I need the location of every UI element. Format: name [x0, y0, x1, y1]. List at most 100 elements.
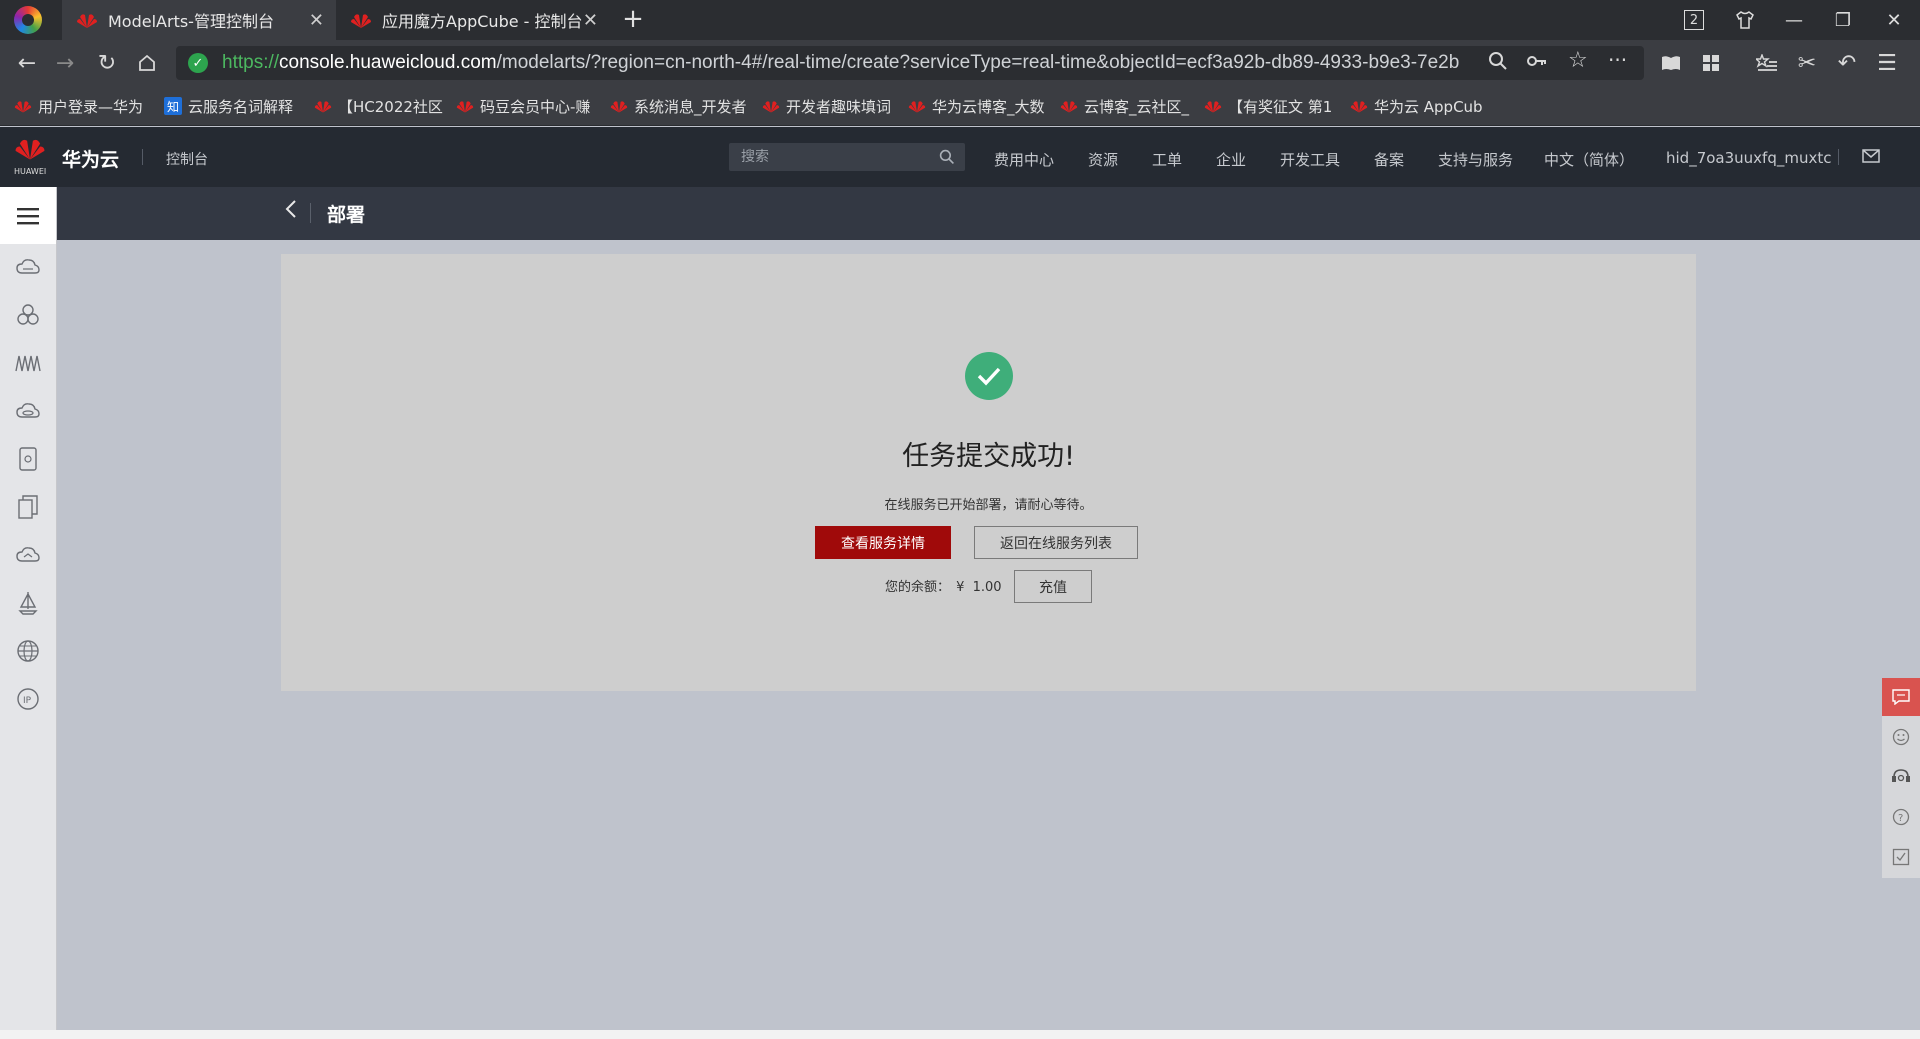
- page-subheader: 部署: [57, 187, 1920, 240]
- forward-icon[interactable]: →: [50, 48, 80, 78]
- tab-label: ModelArts-管理控制台: [108, 12, 274, 31]
- sidebar-item-documents[interactable]: [14, 493, 42, 521]
- nav-enterprise[interactable]: 企业: [1216, 149, 1246, 170]
- cloud-sync-icon: [16, 547, 40, 562]
- float-survey-button[interactable]: [1882, 838, 1920, 876]
- key-icon[interactable]: [1526, 51, 1548, 75]
- nav-support[interactable]: 支持与服务: [1438, 149, 1513, 170]
- sidebar-item-cloud-compute[interactable]: [14, 253, 42, 281]
- zoom-icon[interactable]: [1488, 51, 1508, 76]
- new-tab-button[interactable]: +: [618, 4, 648, 34]
- sidebar-menu-toggle[interactable]: [0, 187, 56, 244]
- huawei-logo-icon: [1060, 101, 1078, 113]
- apps-grid-icon[interactable]: [1696, 48, 1726, 78]
- search-input[interactable]: [729, 143, 929, 171]
- globe-icon: [17, 640, 39, 662]
- huawei-logo-icon: [908, 101, 926, 113]
- huawei-logo-icon: [610, 101, 628, 113]
- checklist-icon: [1892, 848, 1910, 866]
- tab-modelarts[interactable]: ModelArts-管理控制台 ✕: [62, 0, 336, 40]
- header-divider: [1838, 149, 1839, 165]
- sidebar-item-analytics[interactable]: [14, 349, 42, 377]
- sail-icon: [18, 592, 38, 615]
- skin-icon[interactable]: [1731, 6, 1759, 34]
- sidebar-item-cloud-network[interactable]: [14, 541, 42, 569]
- back-chevron-icon[interactable]: [285, 199, 297, 225]
- right-float-toolbar: ?: [1882, 678, 1920, 878]
- sidebar-item-deploy[interactable]: [14, 589, 42, 617]
- huawei-logo-icon: [762, 101, 780, 113]
- result-card: 任务提交成功! 在线服务已开始部署，请耐心等待。 查看服务详情 返回在线服务列表…: [281, 254, 1696, 691]
- screenshot-scissors-icon[interactable]: ✂: [1792, 48, 1822, 78]
- bookmark-item[interactable]: 【有奖征文 第1: [1204, 95, 1332, 117]
- console-link[interactable]: 控制台: [166, 149, 208, 169]
- bookmark-item[interactable]: 华为云博客_大数: [908, 95, 1045, 117]
- float-service-button[interactable]: [1882, 758, 1920, 796]
- tab-label: 应用魔方AppCube - 控制台: [382, 12, 583, 31]
- bookmark-item[interactable]: 开发者趣味填词: [762, 95, 891, 117]
- huawei-logo-icon: [77, 14, 97, 28]
- float-feedback-button[interactable]: [1882, 718, 1920, 756]
- sidebar-item-cloud-storage[interactable]: [14, 397, 42, 425]
- nav-billing-center[interactable]: 费用中心: [994, 149, 1054, 170]
- documents-icon: [18, 495, 38, 519]
- menu-icon[interactable]: ☰: [1872, 48, 1902, 78]
- result-message: 在线服务已开始部署，请耐心等待。: [884, 498, 1093, 513]
- close-window-icon[interactable]: ✕: [1880, 6, 1908, 34]
- nav-user-account[interactable]: hid_7oa3uuxfq_muxtc: [1666, 149, 1831, 167]
- huawei-logo-icon: [1204, 101, 1222, 113]
- bookmark-item[interactable]: 【HC2022社区: [314, 95, 443, 117]
- header-divider: [142, 149, 143, 165]
- tab-appcube[interactable]: 应用魔方AppCube - 控制台 ✕: [336, 0, 610, 40]
- nav-dev-tools[interactable]: 开发工具: [1280, 149, 1340, 170]
- search-icon[interactable]: [939, 149, 955, 165]
- favorites-list-icon[interactable]: [1752, 48, 1782, 78]
- nav-language[interactable]: 中文（简体）: [1544, 149, 1634, 170]
- balance-currency: ¥: [956, 580, 965, 595]
- tab-count-icon[interactable]: 2: [1680, 6, 1708, 34]
- tab-close-icon[interactable]: ✕: [583, 10, 598, 31]
- bottom-status-strip: [0, 1030, 1920, 1039]
- tab-close-icon[interactable]: ✕: [309, 10, 324, 31]
- back-icon[interactable]: ←: [12, 48, 42, 78]
- bookmark-item[interactable]: 华为云 AppCub: [1350, 95, 1483, 117]
- view-service-details-button[interactable]: 查看服务详情: [815, 526, 951, 559]
- bookmark-star-icon[interactable]: ☆: [1568, 48, 1588, 73]
- bookmarks-bar: 用户登录—华为 知 云服务名词解释 【HC2022社区 码豆会员中心-赚 系统消…: [0, 86, 1920, 126]
- bookmark-item[interactable]: 用户登录—华为: [14, 95, 143, 117]
- sidebar-item-global[interactable]: [14, 637, 42, 665]
- bookmark-item[interactable]: 云博客_云社区_: [1060, 95, 1189, 117]
- bookmark-item[interactable]: 知 云服务名词解释: [164, 95, 293, 117]
- bookmark-item[interactable]: 码豆会员中心-赚: [456, 95, 590, 117]
- sidebar-item-ip[interactable]: IP: [14, 685, 42, 713]
- minimize-icon[interactable]: —: [1780, 6, 1808, 34]
- console-header: HUAWEI 华为云 控制台 费用中心 资源 工单 企业 开发工具 备案 支持与…: [0, 127, 1920, 187]
- restore-icon[interactable]: ❐: [1829, 6, 1857, 34]
- bookmark-item[interactable]: 系统消息_开发者: [610, 95, 747, 117]
- reload-icon[interactable]: ↻: [92, 48, 122, 78]
- browser-logo-icon[interactable]: [14, 6, 42, 34]
- address-bar[interactable]: ✓ https://console.huaweicloud.com/modela…: [176, 46, 1644, 80]
- nav-resources[interactable]: 资源: [1088, 149, 1118, 170]
- success-check-icon: [965, 352, 1013, 400]
- browser-tab-strip: ModelArts-管理控制台 ✕ 应用魔方AppCube - 控制台 ✕ + …: [0, 0, 1920, 40]
- svg-text:?: ?: [1898, 813, 1903, 824]
- more-icon[interactable]: ···: [1608, 48, 1627, 72]
- url-text[interactable]: https://console.huaweicloud.com/modelart…: [222, 52, 1480, 74]
- nav-icp-filing[interactable]: 备案: [1374, 149, 1404, 170]
- nav-tickets[interactable]: 工单: [1152, 149, 1182, 170]
- home-icon[interactable]: [132, 48, 162, 78]
- back-to-service-list-button[interactable]: 返回在线服务列表: [974, 526, 1138, 559]
- reader-icon[interactable]: [1656, 48, 1686, 78]
- sidebar-item-modelarts[interactable]: [14, 301, 42, 329]
- float-help-button[interactable]: ?: [1882, 798, 1920, 836]
- search-box: [729, 143, 965, 171]
- brand-name[interactable]: 华为云: [62, 145, 119, 172]
- mail-icon[interactable]: [1862, 148, 1880, 167]
- chat-icon: [1892, 689, 1910, 705]
- float-message-button[interactable]: [1882, 678, 1920, 716]
- huawei-cloud-logo[interactable]: HUAWEI: [12, 135, 48, 179]
- recharge-button[interactable]: 充值: [1014, 570, 1092, 603]
- undo-icon[interactable]: ↶: [1832, 48, 1862, 78]
- sidebar-item-database[interactable]: [14, 445, 42, 473]
